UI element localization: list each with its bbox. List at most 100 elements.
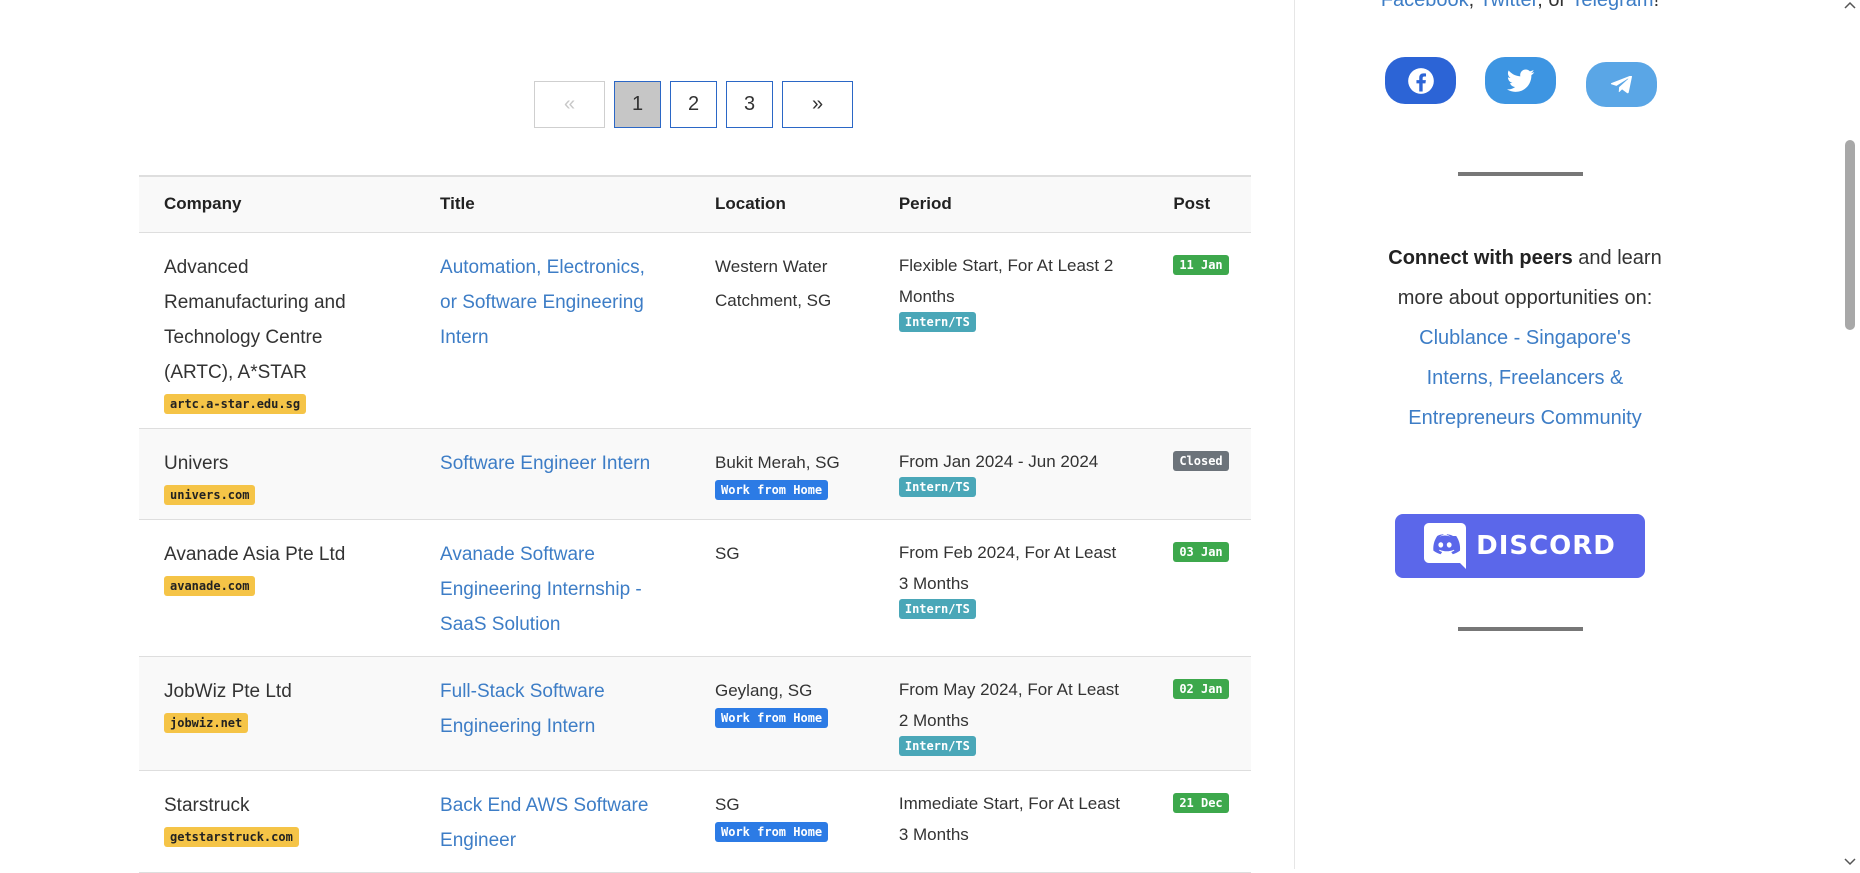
pagination-prev-button[interactable]: « <box>534 81 605 128</box>
scroll-down-arrow-icon[interactable] <box>1840 857 1860 867</box>
column-header-location: Location <box>690 175 874 233</box>
period-text: Immediate Start, For At Least 3 Months <box>898 793 1120 844</box>
telegram-icon <box>1610 75 1632 93</box>
location-text: Geylang, SG <box>715 680 813 700</box>
company-name: Univers <box>164 452 229 474</box>
location-text: Bukit Merah, SG <box>715 452 840 472</box>
twitter-icon <box>1506 68 1534 92</box>
sidebar: Facebook, Twitter, or Telegram! Connect … <box>1295 0 1840 869</box>
telegram-link[interactable]: Telegram <box>1571 0 1653 11</box>
facebook-button[interactable] <box>1385 57 1456 104</box>
pagination-next-button[interactable]: » <box>782 81 853 128</box>
company-cell: JobWiz Pte Ltd jobwiz.net <box>139 656 416 771</box>
connect-heading: Connect with peers <box>1388 247 1573 269</box>
pagination-page-2[interactable]: 2 <box>670 81 717 128</box>
follow-separator: , or <box>1537 0 1572 11</box>
follow-links: Facebook, Twitter, or Telegram! <box>1295 0 1745 12</box>
company-cell: Advanced Remanufacturing and Technology … <box>139 232 416 429</box>
discord-button[interactable]: DISCORD <box>1395 514 1645 578</box>
title-cell: Avanade Software Engineering Internship … <box>415 519 690 657</box>
job-title-link[interactable]: Automation, Electronics, or Software Eng… <box>440 250 665 355</box>
job-title-link[interactable]: Avanade Software Engineering Internship … <box>440 537 665 642</box>
period-cell: Immediate Start, For At Least 3 Months <box>873 770 1149 873</box>
scrollbar-thumb[interactable] <box>1845 140 1855 330</box>
post-status-badge: Closed <box>1173 450 1229 471</box>
location-text: Western Water Catchment, SG <box>715 256 832 310</box>
post-cell: Closed <box>1148 428 1251 520</box>
table-row: Starstruck getstarstruck.com Back End AW… <box>139 770 1251 873</box>
clublance-link[interactable]: Clublance - Singapore's Interns, Freelan… <box>1408 327 1641 429</box>
work-from-home-tag: Work from Home <box>715 479 829 500</box>
company-cell: Univers univers.com <box>139 428 416 520</box>
post-cell: 02 Jan <box>1148 656 1251 771</box>
facebook-link[interactable]: Facebook <box>1381 0 1469 11</box>
sidebar-separator <box>1458 172 1583 176</box>
sidebar-separator <box>1458 627 1583 631</box>
period-text: Flexible Start, For At Least 2 Months <box>898 255 1114 306</box>
title-cell: Back End AWS Software Engineer <box>415 770 690 873</box>
period-cell: From Feb 2024, For At Least 3 Months Int… <box>873 519 1149 657</box>
follow-end: ! <box>1653 0 1660 11</box>
intern-ts-tag: Intern/TS <box>898 311 976 332</box>
location-cell: Bukit Merah, SG Work from Home <box>690 428 874 520</box>
pagination-page-1[interactable]: 1 <box>614 81 661 128</box>
twitter-button[interactable] <box>1485 57 1556 104</box>
post-cell: 03 Jan <box>1148 519 1251 657</box>
company-domain-tag: jobwiz.net <box>164 712 249 733</box>
post-date-badge: 11 Jan <box>1173 254 1229 275</box>
period-text: From May 2024, For At Least 2 Months <box>898 679 1119 730</box>
title-cell: Software Engineer Intern <box>415 428 690 520</box>
scroll-up-arrow-icon[interactable] <box>1840 0 1860 10</box>
intern-ts-tag: Intern/TS <box>898 735 976 756</box>
job-title-link[interactable]: Software Engineer Intern <box>440 446 665 481</box>
company-domain-tag: getstarstruck.com <box>164 826 299 847</box>
job-title-link[interactable]: Full-Stack Software Engineering Intern <box>440 674 665 744</box>
post-cell: 21 Dec <box>1148 770 1251 873</box>
company-cell: Avanade Asia Pte Ltd avanade.com <box>139 519 416 657</box>
post-date-badge: 02 Jan <box>1173 678 1229 699</box>
internship-table: Company Title Location Period Post Advan… <box>139 175 1251 873</box>
column-header-company: Company <box>139 175 416 233</box>
telegram-button[interactable] <box>1586 62 1657 107</box>
company-name: JobWiz Pte Ltd <box>164 680 292 702</box>
location-text: SG <box>715 543 740 563</box>
table-row: Avanade Asia Pte Ltd avanade.com Avanade… <box>139 519 1251 657</box>
work-from-home-tag: Work from Home <box>715 707 829 728</box>
period-text: From Jan 2024 - Jun 2024 <box>898 451 1099 471</box>
intern-ts-tag: Intern/TS <box>898 598 976 619</box>
table-row: Advanced Remanufacturing and Technology … <box>139 232 1251 429</box>
title-cell: Automation, Electronics, or Software Eng… <box>415 232 690 429</box>
company-domain-tag: artc.a-star.edu.sg <box>164 393 307 414</box>
company-name: Advanced Remanufacturing and Technology … <box>164 256 346 383</box>
title-cell: Full-Stack Software Engineering Intern <box>415 656 690 771</box>
location-text: SG <box>715 794 740 814</box>
column-header-period: Period <box>873 175 1149 233</box>
pagination-page-3[interactable]: 3 <box>726 81 773 128</box>
intern-ts-tag: Intern/TS <box>898 476 976 497</box>
location-cell: SG <box>690 519 874 657</box>
period-cell: Flexible Start, For At Least 2 Months In… <box>873 232 1149 429</box>
job-title-link[interactable]: Back End AWS Software Engineer <box>440 788 665 858</box>
post-cell: 11 Jan <box>1148 232 1251 429</box>
table-header-row: Company Title Location Period Post <box>139 175 1251 233</box>
company-name: Avanade Asia Pte Ltd <box>164 543 346 565</box>
facebook-icon <box>1407 67 1434 94</box>
column-header-post: Post <box>1148 175 1251 233</box>
company-name: Starstruck <box>164 794 250 816</box>
vertical-scrollbar[interactable] <box>1840 0 1860 869</box>
location-cell: Geylang, SG Work from Home <box>690 656 874 771</box>
period-text: From Feb 2024, For At Least 3 Months <box>898 542 1117 593</box>
follow-separator: , <box>1468 0 1480 11</box>
pagination: « 1 2 3 » <box>534 81 862 128</box>
column-header-title: Title <box>415 175 690 233</box>
discord-icon <box>1424 523 1467 569</box>
main-content: « 1 2 3 » Company Title Location Period … <box>0 0 1293 873</box>
twitter-link[interactable]: Twitter <box>1479 0 1537 11</box>
work-from-home-tag: Work from Home <box>715 821 829 842</box>
table-row: JobWiz Pte Ltd jobwiz.net Full-Stack Sof… <box>139 656 1251 771</box>
discord-label: DISCORD <box>1476 531 1616 561</box>
company-domain-tag: univers.com <box>164 484 256 505</box>
post-date-badge: 03 Jan <box>1173 541 1229 562</box>
post-date-badge: 21 Dec <box>1173 792 1229 813</box>
period-cell: From Jan 2024 - Jun 2024 Intern/TS <box>873 428 1149 520</box>
